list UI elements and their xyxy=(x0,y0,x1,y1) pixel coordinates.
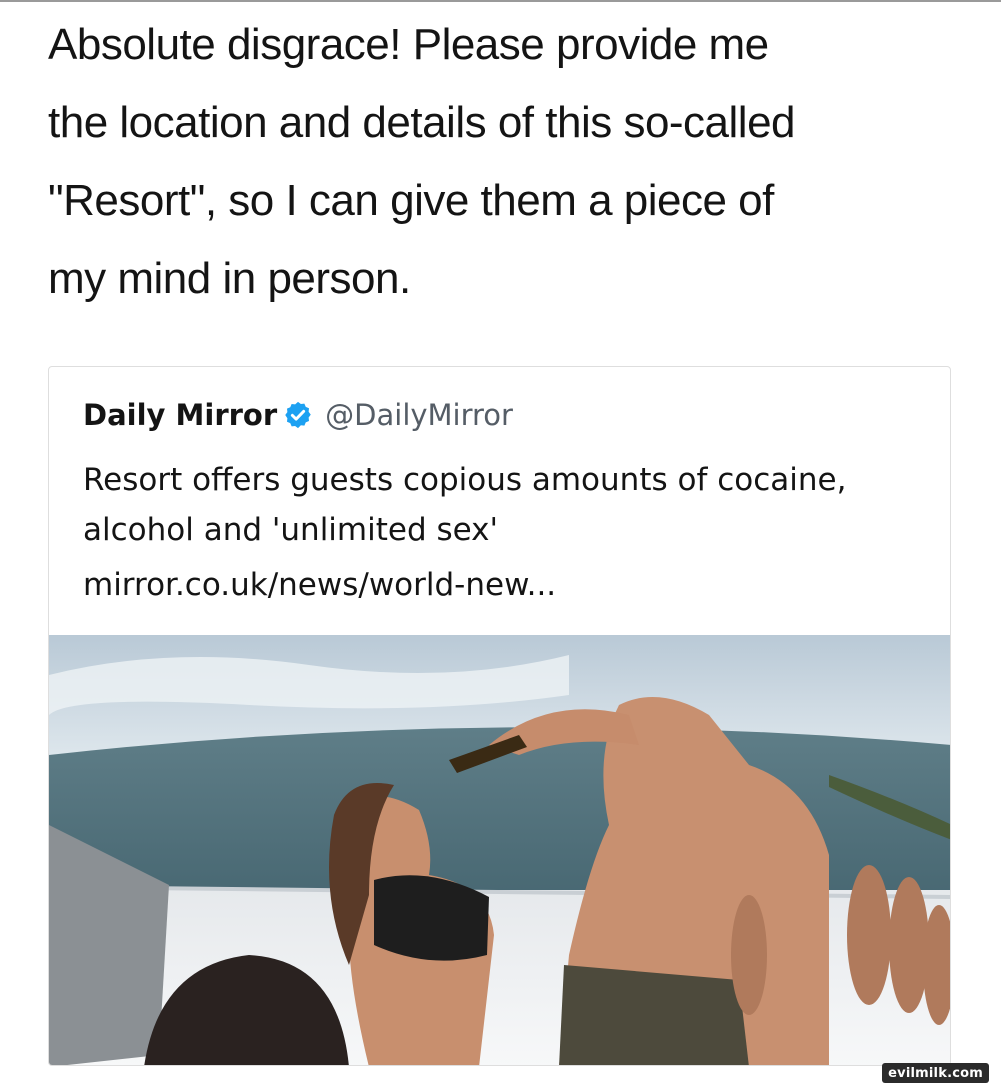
quoted-tweet-link[interactable]: mirror.co.uk/news/world-new... xyxy=(83,563,556,607)
verified-badge-shape xyxy=(285,401,311,429)
quoted-tweet-card[interactable]: Daily Mirror @DailyMirror Resort offers … xyxy=(48,366,951,1066)
top-divider xyxy=(0,0,1001,2)
quoted-display-name[interactable]: Daily Mirror xyxy=(83,398,277,432)
watermark-text: evilmilk.com xyxy=(888,1065,983,1081)
tweet-text: Absolute disgrace! Please provide me the… xyxy=(48,20,796,303)
article-photo[interactable] xyxy=(49,635,951,1066)
quoted-tweet-header: Daily Mirror @DailyMirror xyxy=(83,395,513,435)
photo-man-shorts xyxy=(559,965,749,1065)
quoted-handle[interactable]: @DailyMirror xyxy=(325,398,513,432)
verified-badge-icon xyxy=(283,400,313,430)
quoted-tweet-text: Resort offers guests copious amounts of … xyxy=(83,462,847,548)
watermark-badge: evilmilk.com xyxy=(882,1063,989,1083)
